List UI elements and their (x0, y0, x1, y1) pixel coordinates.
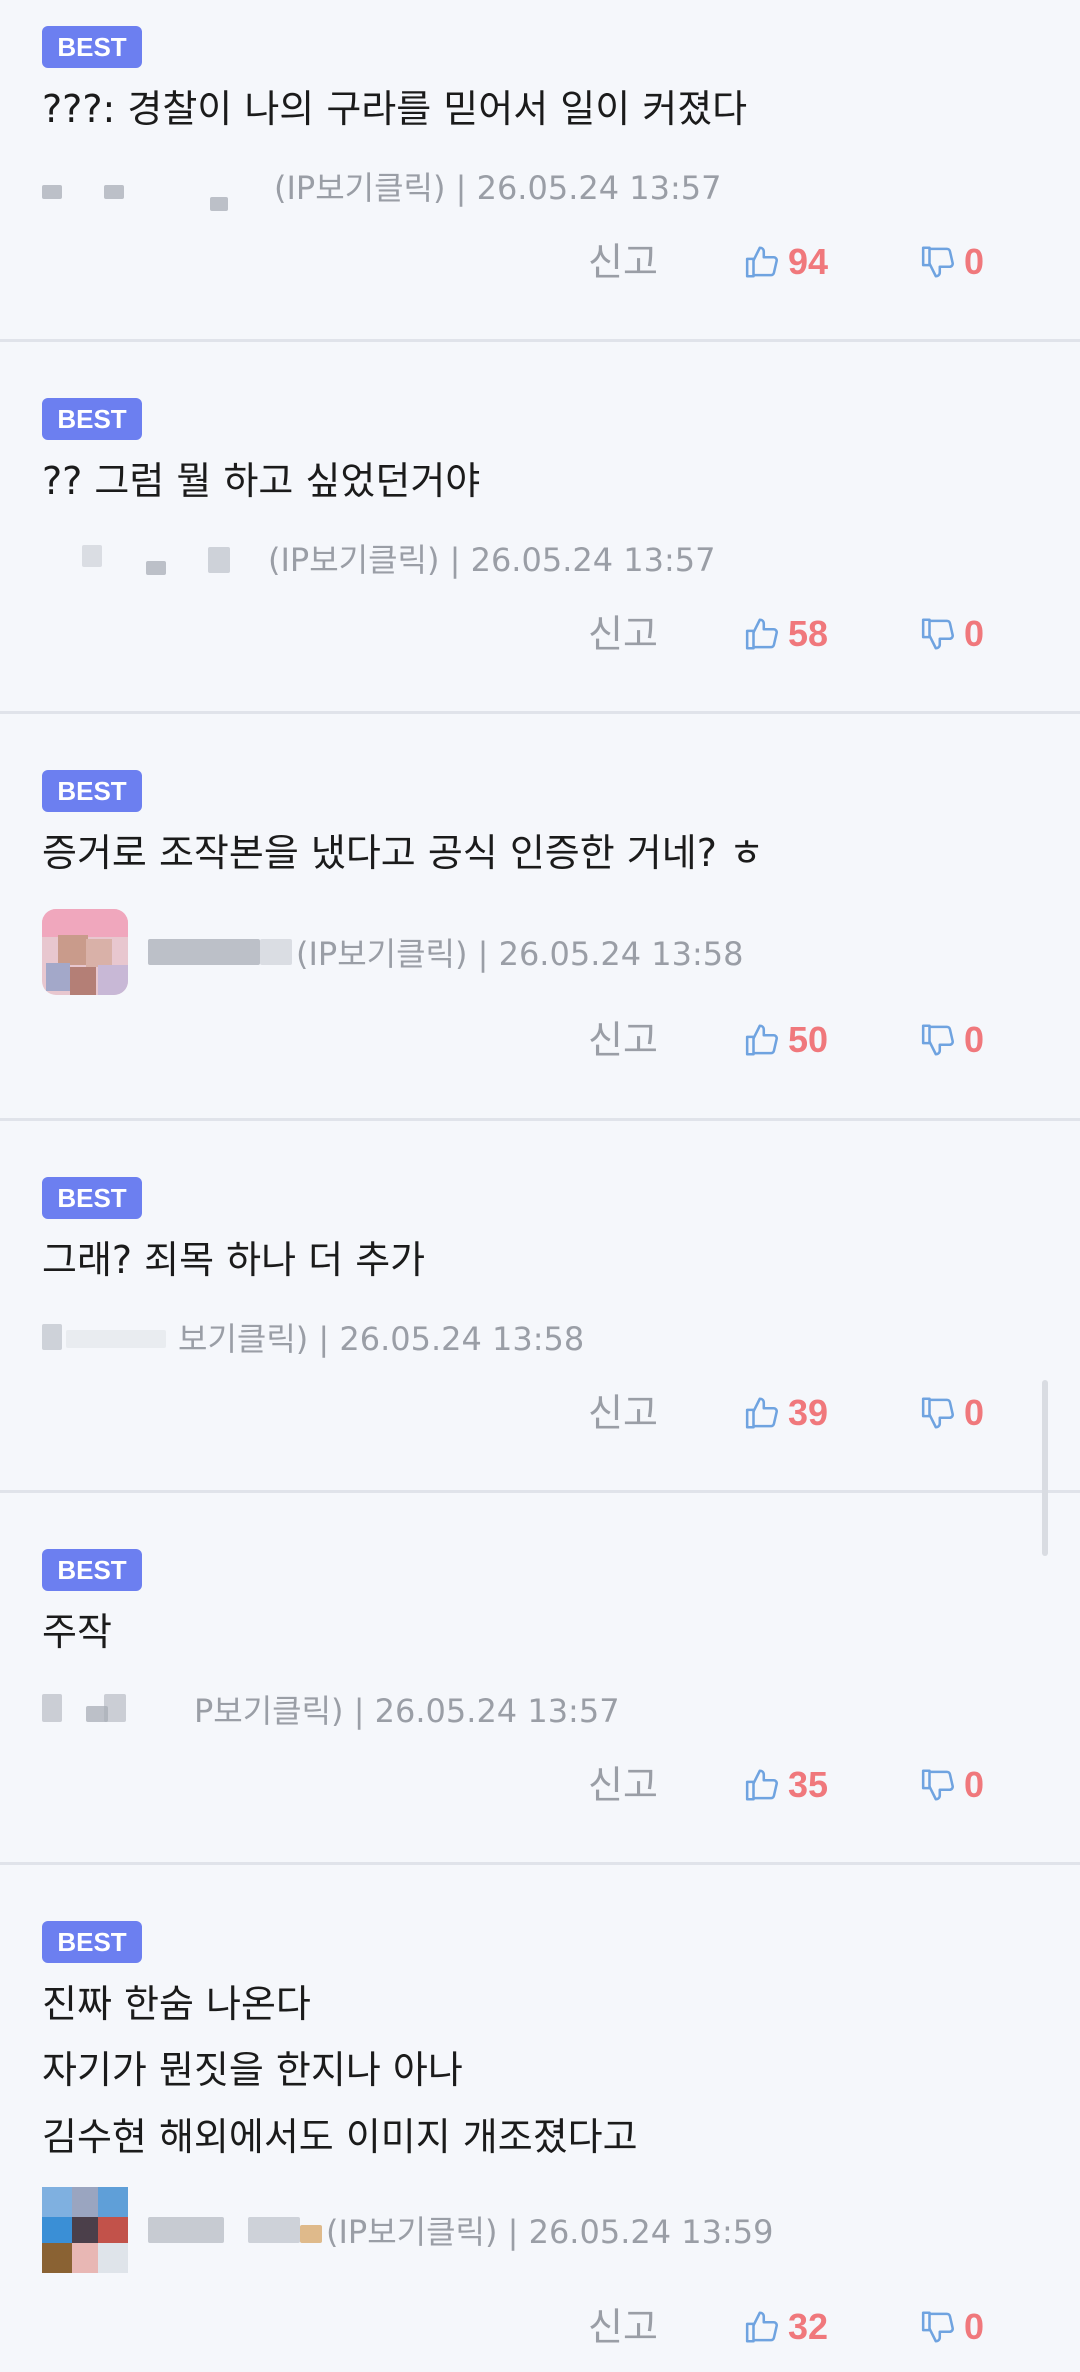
dislike-button[interactable]: 0 (920, 1383, 984, 1443)
ip-date-text[interactable]: (IP보기클릭) | 26.05.24 13:57 (274, 163, 721, 209)
comment-text: ???: 경찰이 나의 구라를 믿어서 일이 커졌다 (42, 87, 748, 131)
dislike-button[interactable]: 0 (920, 2297, 984, 2357)
thumbs-up-icon (745, 618, 778, 650)
comment-actions: 신고 94 0 (0, 232, 1080, 292)
report-button[interactable]: 신고 (588, 1383, 658, 1443)
like-count: 58 (788, 613, 829, 654)
thumbs-up-icon (745, 2311, 778, 2343)
comment-text: 증거로 조작본을 냈다고 공식 인증한 거네? ㅎ (42, 831, 764, 875)
author-name-blurred (42, 171, 270, 211)
best-badge: BEST (42, 26, 142, 68)
comment-item: BEST ???: 경찰이 나의 구라를 믿어서 일이 커졌다 (IP보기클릭)… (0, 0, 1080, 342)
comment-actions: 신고 50 0 (0, 1010, 1080, 1070)
thumbs-up-icon (745, 1769, 778, 1801)
avatar[interactable] (42, 2187, 128, 2273)
thumbs-down-icon (921, 1397, 954, 1429)
dislike-button[interactable]: 0 (920, 1755, 984, 1815)
like-count-down: 0 (964, 1392, 985, 1433)
comment-actions: 신고 39 0 (0, 1383, 1080, 1443)
dislike-count: 0 (964, 241, 985, 282)
thumbs-down-icon (921, 1024, 954, 1056)
like-button[interactable]: 35 (744, 1755, 828, 1815)
best-badge: BEST (42, 770, 142, 812)
dislike-count: 0 (964, 1764, 985, 1805)
comment-text: 그래? 죄목 하나 더 추가 (42, 1238, 426, 1282)
report-button[interactable]: 신고 (588, 1010, 658, 1070)
comment-text: ?? 그럼 뭘 하고 싶었던거야 (42, 459, 481, 503)
comment-actions: 신고 58 0 (0, 604, 1080, 664)
thumbs-up-icon (745, 1397, 778, 1429)
ip-date-text[interactable]: (IP보기클릭) | 26.05.24 13:58 (296, 929, 743, 975)
like-count: 94 (788, 241, 829, 282)
like-button[interactable]: 58 (744, 604, 828, 664)
dislike-button[interactable]: 0 (920, 232, 984, 292)
author-name-blurred (148, 2215, 322, 2245)
thumbs-up-icon (745, 1024, 778, 1056)
best-badge: BEST (42, 1549, 142, 1591)
report-button[interactable]: 신고 (588, 232, 658, 292)
thumbs-down-icon (921, 246, 954, 278)
like-button[interactable]: 39 (744, 1383, 828, 1443)
best-badge: BEST (42, 1177, 142, 1219)
comment-meta: (IP보기클릭) | 26.05.24 13:57 (42, 532, 715, 584)
comment-actions: 신고 32 0 (0, 2297, 1080, 2357)
dislike-count: 0 (964, 1019, 985, 1060)
comment-text-line-1: 진짜 한숨 나온다 (42, 1982, 311, 2026)
comment-text-line-3: 김수현 해외에서도 이미지 개조졌다고 (42, 2115, 638, 2159)
report-button[interactable]: 신고 (588, 1755, 658, 1815)
like-count: 35 (788, 1764, 829, 1805)
ip-date-text[interactable]: (IP보기클릭) | 26.05.24 13:59 (326, 2207, 773, 2253)
comment-item: BEST 주작 P보기클릭) | 26.05.24 13:57 신고 35 0 (0, 1493, 1080, 1865)
author-name-blurred (42, 1322, 174, 1352)
like-button[interactable]: 50 (744, 1010, 828, 1070)
thumbs-down-icon (921, 1769, 954, 1801)
thumbs-down-icon (921, 618, 954, 650)
like-button[interactable]: 32 (744, 2297, 828, 2357)
like-count: 32 (788, 2306, 829, 2347)
scrollbar-thumb[interactable] (1042, 1380, 1048, 1556)
ip-date-text[interactable]: (IP보기클릭) | 26.05.24 13:57 (268, 535, 715, 581)
comment-meta: (IP보기클릭) | 26.05.24 13:58 (42, 907, 743, 997)
like-count: 39 (788, 1392, 829, 1433)
comment-meta: (IP보기클릭) | 26.05.24 13:57 (42, 160, 721, 212)
report-button[interactable]: 신고 (588, 604, 658, 664)
like-button[interactable]: 94 (744, 232, 828, 292)
comment-item: BEST ?? 그럼 뭘 하고 싶었던거야 (IP보기클릭) | 26.05.2… (0, 342, 1080, 714)
comment-meta: 보기클릭) | 26.05.24 13:58 (42, 1311, 584, 1363)
comment-meta: (IP보기클릭) | 26.05.24 13:59 (42, 2185, 773, 2275)
comment-meta: P보기클릭) | 26.05.24 13:57 (42, 1683, 620, 1735)
dislike-button[interactable]: 0 (920, 604, 984, 664)
thumbs-down-icon (921, 2311, 954, 2343)
comment-text-line-2: 자기가 뭔짓을 한지나 아나 (42, 2048, 463, 2092)
best-badge: BEST (42, 1921, 142, 1963)
author-name-blurred (42, 1694, 190, 1724)
thumbs-up-icon (745, 246, 778, 278)
report-button[interactable]: 신고 (588, 2297, 658, 2357)
dislike-button[interactable]: 0 (920, 1010, 984, 1070)
avatar[interactable] (42, 909, 128, 995)
like-count: 50 (788, 1019, 829, 1060)
dislike-count: 0 (964, 2306, 985, 2347)
author-name-blurred (148, 937, 292, 967)
comment-actions: 신고 35 0 (0, 1755, 1080, 1815)
comment-item: BEST 증거로 조작본을 냈다고 공식 인증한 거네? ㅎ (IP보기클릭) … (0, 714, 1080, 1121)
ip-date-text[interactable]: 보기클릭) | 26.05.24 13:58 (178, 1314, 584, 1360)
comment-item: BEST 진짜 한숨 나온다 자기가 뭔짓을 한지나 아나 김수현 해외에서도 … (0, 1865, 1080, 2372)
ip-date-text[interactable]: P보기클릭) | 26.05.24 13:57 (194, 1686, 620, 1732)
author-name-blurred (42, 543, 264, 575)
best-badge: BEST (42, 398, 142, 440)
comment-item: BEST 그래? 죄목 하나 더 추가 보기클릭) | 26.05.24 13:… (0, 1121, 1080, 1493)
comment-text: 주작 (42, 1610, 112, 1654)
dislike-count: 0 (964, 613, 985, 654)
comment-list: BEST ???: 경찰이 나의 구라를 믿어서 일이 커졌다 (IP보기클릭)… (0, 0, 1080, 2372)
